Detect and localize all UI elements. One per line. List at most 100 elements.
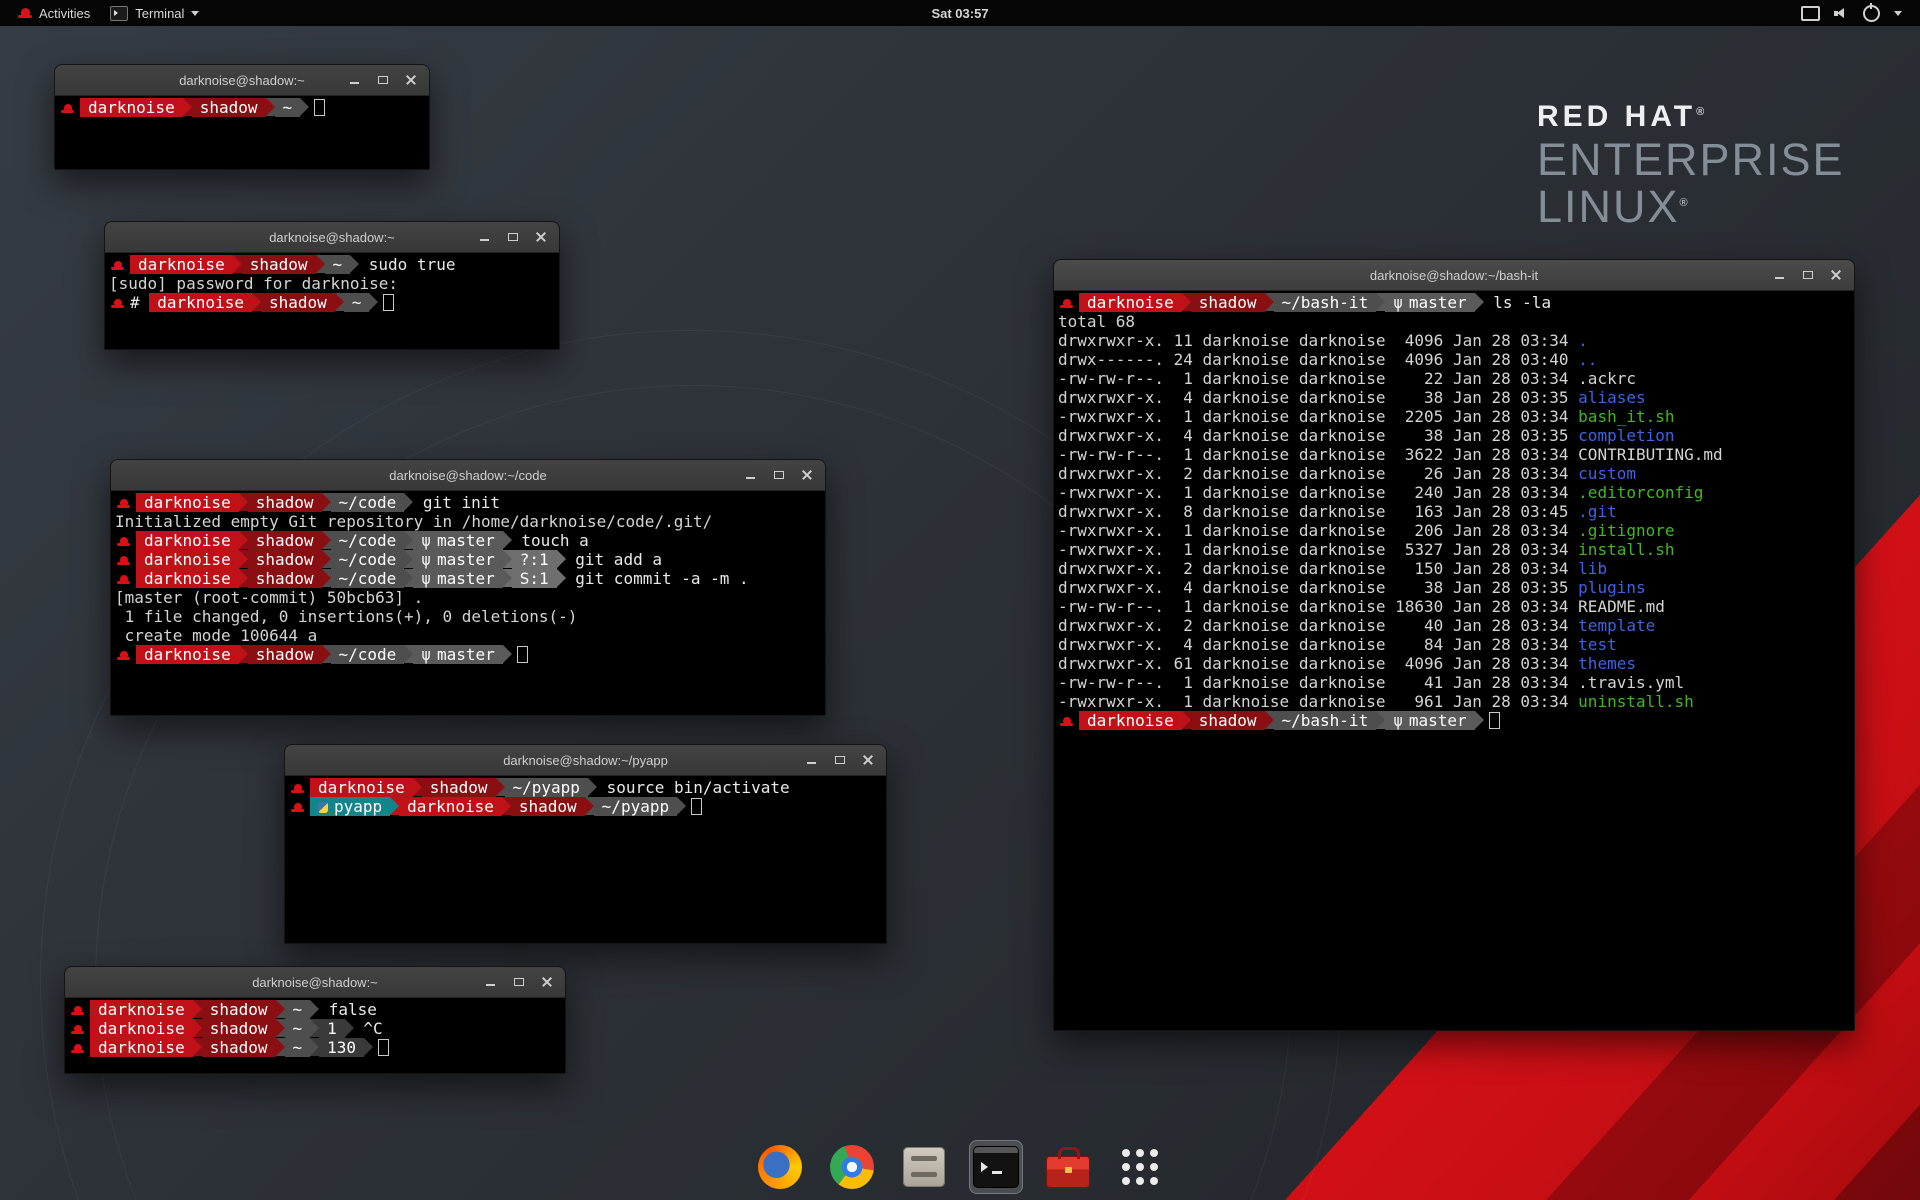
prompt-segment-user: darknoise (90, 1000, 193, 1019)
command-text: git add a (566, 550, 662, 569)
terminal-line: drwxrwxr-x. 2 darknoise darknoise 26 Jan… (1058, 464, 1850, 483)
prompt-segment-path: ~ (344, 293, 370, 312)
titlebar[interactable]: darknoise@shadow:~ (105, 222, 559, 253)
terminal-content[interactable]: darknoiseshadow~ falsedarknoiseshadow~1 … (65, 998, 565, 1074)
output-text: -rw-rw-r--. 1 darknoise darknoise 22 Jan… (1058, 369, 1636, 388)
terminal-line: drwxrwxr-x. 61 darknoise darknoise 4096 … (1058, 654, 1850, 673)
powerline-separator-icon (1475, 293, 1484, 311)
close-button[interactable] (403, 72, 419, 88)
terminal-app-icon (110, 6, 128, 21)
minimize-button[interactable] (483, 974, 499, 990)
titlebar[interactable]: darknoise@shadow:~ (55, 65, 429, 96)
powerline-separator-icon (310, 1038, 319, 1056)
maximize-button[interactable] (771, 467, 787, 483)
powerline-separator-icon (1376, 293, 1385, 311)
powerline-separator-icon (404, 550, 413, 568)
dock-item-files[interactable] (897, 1140, 951, 1194)
prompt-segment-path: ~/code (331, 569, 405, 588)
redhat-prompt-icon (71, 1044, 84, 1054)
close-button[interactable] (799, 467, 815, 483)
executable-name: uninstall.sh (1578, 692, 1694, 711)
git-branch-icon: ψ (421, 550, 431, 569)
window-title: darknoise@shadow:~/bash-it (1370, 268, 1538, 283)
clock[interactable]: Sat 03:57 (931, 6, 988, 21)
terminal-content[interactable]: darknoiseshadow~/code git initInitialize… (111, 491, 825, 716)
git-branch-icon: ψ (421, 569, 431, 588)
redhat-prompt-icon (111, 299, 124, 309)
redhat-prompt-icon (111, 261, 124, 271)
prompt-segment-path: ~/bash-it (1274, 711, 1377, 730)
close-button[interactable] (533, 229, 549, 245)
output-text: -rw-rw-r--. 1 darknoise darknoise 18630 … (1058, 597, 1665, 616)
powerline-separator-icon (252, 293, 261, 311)
dock-item-grid[interactable] (1113, 1140, 1167, 1194)
terminal-content[interactable]: darknoiseshadow~ sudo true[sudo] passwor… (105, 253, 559, 350)
close-button[interactable] (1828, 267, 1844, 283)
terminal-line: -rw-rw-r--. 1 darknoise darknoise 18630 … (1058, 597, 1850, 616)
prompt-segment-git: ψmaster (1385, 711, 1474, 730)
maximize-button[interactable] (375, 72, 391, 88)
titlebar[interactable]: darknoise@shadow:~ (65, 967, 565, 998)
output-text: drwxrwxr-x. 8 darknoise darknoise 163 Ja… (1058, 502, 1578, 521)
prompt-segment-host: shadow (192, 98, 266, 117)
minimize-button[interactable] (743, 467, 759, 483)
powerline-separator-icon (322, 645, 331, 663)
activities-button[interactable]: Activities (8, 0, 100, 26)
system-menu[interactable] (1791, 0, 1912, 26)
maximize-button[interactable] (505, 229, 521, 245)
dock-item-toolbox[interactable] (1041, 1140, 1095, 1194)
terminal-content[interactable]: darknoiseshadow~ (55, 96, 429, 170)
window-title: darknoise@shadow:~/pyapp (503, 753, 668, 768)
prompt-segment-user: darknoise (136, 550, 239, 569)
maximize-button[interactable] (511, 974, 527, 990)
terminal-line: total 68 (1058, 312, 1850, 331)
terminal-line: create mode 100644 a (115, 626, 821, 645)
close-button[interactable] (539, 974, 555, 990)
terminal-line: -rw-rw-r--. 1 darknoise darknoise 3622 J… (1058, 445, 1850, 464)
dock-item-terminal[interactable] (969, 1140, 1023, 1194)
titlebar[interactable]: darknoise@shadow:~/code (111, 460, 825, 491)
terminal-window: darknoise@shadow:~/bash-it darknoiseshad… (1053, 259, 1855, 1031)
titlebar[interactable]: darknoise@shadow:~/pyapp (285, 745, 886, 776)
command-text: ^C (354, 1019, 383, 1038)
minimize-button[interactable] (477, 229, 493, 245)
git-branch-icon: ψ (1393, 293, 1403, 312)
prompt-segment-host: shadow (242, 255, 316, 274)
powerline-separator-icon (369, 293, 378, 311)
powerline-separator-icon (350, 255, 359, 273)
close-button[interactable] (860, 752, 876, 768)
minimize-button[interactable] (1772, 267, 1788, 283)
powerline-separator-icon (310, 1019, 319, 1037)
terminal-line: darknoiseshadow~ sudo true (109, 255, 555, 274)
terminal-line: -rwxrwxr-x. 1 darknoise darknoise 2205 J… (1058, 407, 1850, 426)
command-text: source bin/activate (597, 778, 790, 797)
prompt-segment-host: shadow (248, 531, 322, 550)
dock-item-chrome[interactable] (825, 1140, 879, 1194)
terminal-content[interactable]: darknoiseshadow~/pyapp source bin/activa… (285, 776, 886, 944)
minimize-button[interactable] (804, 752, 820, 768)
maximize-button[interactable] (1800, 267, 1816, 283)
powerline-separator-icon (276, 1019, 285, 1037)
titlebar[interactable]: darknoise@shadow:~/bash-it (1054, 260, 1854, 291)
maximize-button[interactable] (832, 752, 848, 768)
prompt-segment-host: shadow (202, 1019, 276, 1038)
app-menu-terminal[interactable]: Terminal (100, 0, 209, 26)
terminal-line: darknoiseshadow~/codeψmaster (115, 645, 821, 664)
command-text: git init (413, 493, 500, 512)
window-title: darknoise@shadow:~ (252, 975, 378, 990)
redhat-logo-icon (18, 8, 32, 19)
powerline-separator-icon (390, 797, 399, 815)
powerline-separator-icon (266, 98, 275, 116)
powerline-separator-icon (193, 1038, 202, 1056)
dock-item-firefox[interactable] (753, 1140, 807, 1194)
powerline-separator-icon (1265, 293, 1274, 311)
app-grid-icon (1122, 1149, 1158, 1185)
directory-name: lib (1578, 559, 1607, 578)
command-text: ls -la (1484, 293, 1551, 312)
minimize-button[interactable] (347, 72, 363, 88)
output-text: 1 file changed, 0 insertions(+), 0 delet… (115, 607, 577, 626)
terminal-cursor (517, 646, 528, 663)
terminal-content[interactable]: darknoiseshadow~/bash-itψmaster ls -lato… (1054, 291, 1854, 1031)
redhat-prompt-icon (117, 499, 130, 509)
prompt-segment-status: S:1 (512, 569, 557, 588)
